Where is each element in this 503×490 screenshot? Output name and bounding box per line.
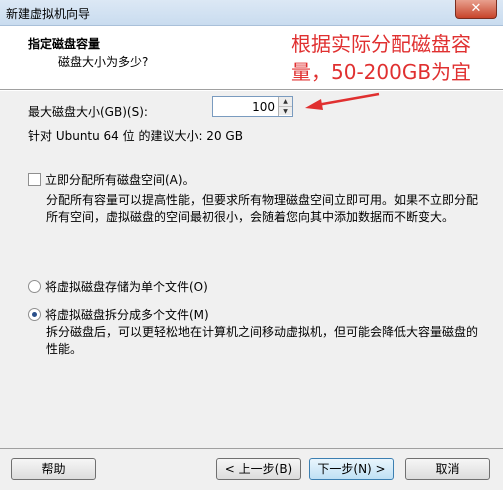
- wizard-content: 最大磁盘大小(GB)(S): ▲ ▼ 针对 Ubuntu 64 位 的建议大小:…: [0, 91, 503, 448]
- allocate-now-checkbox[interactable]: [28, 173, 41, 186]
- down-arrow-icon[interactable]: ▼: [279, 106, 292, 115]
- disk-size-input[interactable]: [213, 97, 279, 116]
- close-icon: ✕: [470, 1, 482, 16]
- single-file-radio[interactable]: [28, 280, 41, 293]
- wizard-footer: 帮助 < 上一步(B) 下一步(N) > 取消: [0, 448, 503, 490]
- stepper-arrows: ▲ ▼: [278, 97, 292, 116]
- allocate-now-description: 分配所有容量可以提高性能，但要求所有物理磁盘空间立即可用。如果不立即分配所有空间…: [46, 193, 479, 224]
- cancel-button[interactable]: 取消: [405, 458, 490, 480]
- annotation-text: 根据实际分配磁盘容量，50-200GB为宜: [291, 32, 472, 84]
- window-title: 新建虚拟机向导: [6, 7, 91, 21]
- recommended-size: 针对 Ubuntu 64 位 的建议大小: 20 GB: [28, 129, 243, 143]
- allocate-now-option[interactable]: 立即分配所有磁盘空间(A)。: [28, 171, 195, 188]
- single-file-option[interactable]: 将虚拟磁盘存储为单个文件(O): [28, 278, 208, 295]
- disk-size-label: 最大磁盘大小(GB)(S):: [28, 105, 148, 119]
- red-arrow-icon: [305, 92, 380, 110]
- help-button[interactable]: 帮助: [11, 458, 96, 480]
- allocate-now-label: 立即分配所有磁盘空间(A)。: [45, 173, 195, 187]
- title-bar: 新建虚拟机向导 ✕: [0, 0, 503, 26]
- multi-file-description: 拆分磁盘后，可以更轻松地在计算机之间移动虚拟机，但可能会降低大容量磁盘的性能。: [46, 325, 479, 356]
- wizard-header: 指定磁盘容量 磁盘大小为多少? 根据实际分配磁盘容量，50-200GB为宜: [0, 26, 503, 90]
- close-button[interactable]: ✕: [455, 0, 497, 19]
- disk-size-stepper[interactable]: ▲ ▼: [212, 96, 293, 117]
- page-title: 指定磁盘容量: [28, 37, 101, 51]
- page-subtitle: 磁盘大小为多少?: [58, 55, 149, 69]
- multi-file-label: 将虚拟磁盘拆分成多个文件(M): [45, 308, 209, 322]
- next-button[interactable]: 下一步(N) >: [309, 458, 394, 480]
- up-arrow-icon[interactable]: ▲: [279, 97, 292, 106]
- multi-file-option[interactable]: 将虚拟磁盘拆分成多个文件(M): [28, 306, 209, 323]
- multi-file-radio[interactable]: [28, 308, 41, 321]
- back-button[interactable]: < 上一步(B): [216, 458, 301, 480]
- single-file-label: 将虚拟磁盘存储为单个文件(O): [45, 280, 208, 294]
